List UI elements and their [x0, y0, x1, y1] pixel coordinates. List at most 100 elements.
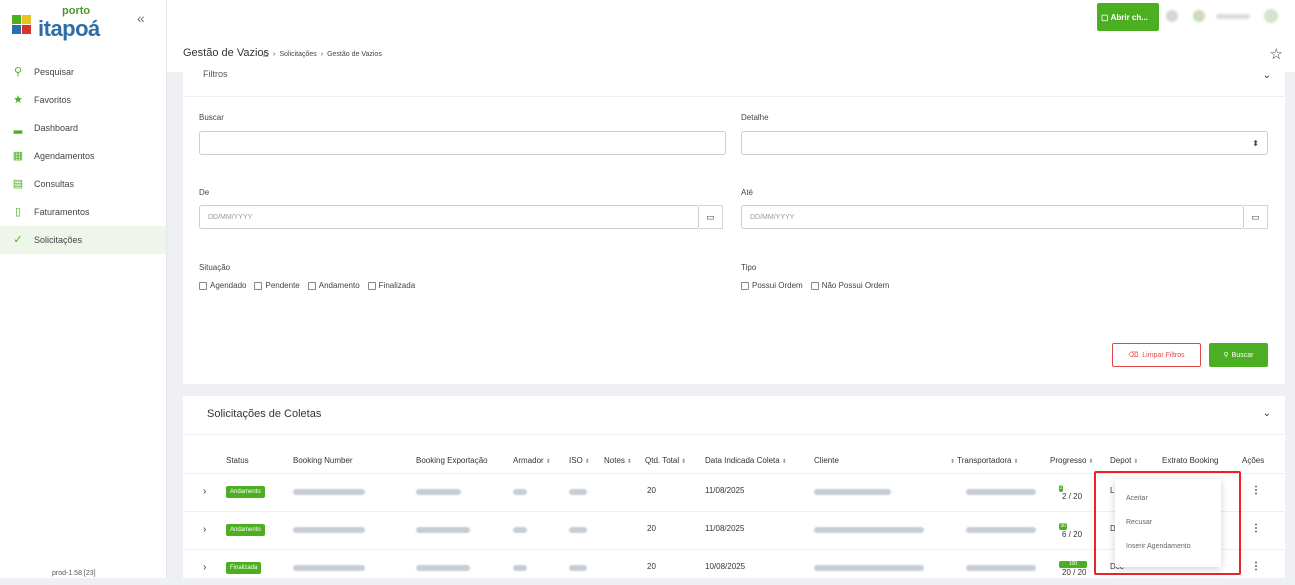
redacted-booking-exportacao	[416, 565, 470, 571]
column-header[interactable]: Progresso ⬍	[1050, 456, 1094, 465]
checkbox-box[interactable]	[254, 281, 263, 290]
column-header[interactable]: Depot ⬍	[1110, 456, 1138, 465]
highlight-box	[1094, 471, 1241, 575]
breadcrumb-separator: ›	[320, 51, 324, 58]
sort-icon[interactable]: ⬍	[1088, 459, 1093, 465]
checkbox-andamento[interactable]: Andamento	[307, 281, 360, 290]
column-header[interactable]: Armador ⬍	[513, 456, 551, 465]
home-icon[interactable]: ⌂	[263, 49, 269, 60]
sidebar-item-consultas[interactable]: ▤ Consultas	[0, 170, 166, 198]
buscar-input[interactable]	[199, 131, 726, 155]
checkbox-box[interactable]	[741, 281, 749, 290]
sort-icon[interactable]: ⬍	[782, 459, 787, 465]
column-header-label: Ações	[1242, 456, 1265, 465]
sidebar-item-label: Agendamentos	[34, 151, 95, 161]
situacao-checkboxes: Agendado Pendente Andamento Finalizada	[199, 281, 415, 290]
column-header[interactable]: ⬍ Transportadora ⬍	[948, 456, 1019, 465]
status-icon[interactable]	[1193, 10, 1205, 22]
column-header[interactable]: Qtd. Total ⬍	[645, 456, 686, 465]
favorite-star-icon[interactable]: ☆	[1270, 45, 1283, 63]
column-header[interactable]: Booking Exportação	[416, 456, 488, 465]
column-header[interactable]: Status	[226, 456, 249, 465]
column-header[interactable]: Extrato Booking	[1162, 456, 1218, 465]
column-header-label: ISO	[569, 456, 583, 465]
search-icon: ⚲	[13, 66, 23, 78]
sidebar-item-agendamentos[interactable]: ▦ Agendamentos	[0, 142, 166, 170]
chevron-down-icon[interactable]: ⌄	[1263, 408, 1271, 419]
sort-icon[interactable]: ⬍	[681, 459, 686, 465]
calendar-icon[interactable]: ▭	[699, 205, 723, 229]
checkbox-pendente[interactable]: Pendente	[254, 281, 300, 290]
page-header: Gestão de Vazios ⌂ › Solicitações › Gest…	[167, 36, 1295, 72]
avatar[interactable]	[1264, 9, 1278, 23]
sort-icon[interactable]: ⬍	[1133, 459, 1138, 465]
sort-icon[interactable]: ⬍	[546, 459, 551, 465]
sidebar-item-dashboard[interactable]: ▂ Dashboard	[0, 114, 166, 142]
sidebar-item-favoritos[interactable]: ★ Favoritos	[0, 86, 166, 114]
chevron-right-icon[interactable]: ›	[203, 562, 206, 573]
de-date-input[interactable]: DD/MM/YYYY	[199, 205, 699, 229]
sort-icon[interactable]: ⬍	[585, 459, 590, 465]
qtd-total: 20	[647, 486, 656, 495]
checkbox-label: Agendado	[210, 281, 247, 290]
abrir-chamado-button[interactable]: ▢ Abrir ch...	[1097, 3, 1159, 31]
more-actions-icon[interactable]: ⋮	[1251, 485, 1261, 496]
column-header[interactable]: Booking Number	[293, 456, 353, 465]
filtros-title: Filtros	[203, 69, 228, 79]
logo[interactable]: porto itapoá	[12, 5, 100, 45]
column-header[interactable]: Cliente	[814, 456, 839, 465]
notification-icon[interactable]	[1166, 10, 1178, 22]
sidebar-item-pesquisar[interactable]: ⚲ Pesquisar	[0, 58, 166, 86]
column-header[interactable]: Notes ⬍	[604, 456, 632, 465]
checkbox-finalizada[interactable]: Finalizada	[367, 281, 416, 290]
sidebar-item-solicitacoes[interactable]: ✓ Solicitações	[0, 226, 166, 254]
ate-date-input[interactable]: DD/MM/YYYY	[741, 205, 1244, 229]
checkbox-box[interactable]	[307, 281, 316, 290]
collapse-sidebar-icon[interactable]: «	[137, 10, 145, 26]
checkbox-nao-possui-ordem[interactable]: Não Possui Ordem	[810, 281, 889, 290]
detalhe-label: Detalhe	[741, 113, 769, 122]
qtd-total: 20	[647, 562, 656, 571]
more-actions-icon[interactable]: ⋮	[1251, 523, 1261, 534]
buscar-button[interactable]: ⚲ Buscar	[1209, 343, 1268, 367]
column-header: Ações	[1242, 456, 1264, 465]
situacao-label: Situação	[199, 263, 231, 272]
sidebar-item-faturamentos[interactable]: ▯ Faturamentos	[0, 198, 166, 226]
column-header[interactable]: Data Indicada Coleta ⬍	[705, 456, 787, 465]
checkbox-box[interactable]	[367, 281, 376, 290]
limpar-filtros-button[interactable]: ⌫ Limpar Filtros	[1112, 343, 1201, 367]
logo-square	[22, 15, 31, 24]
chevron-right-icon[interactable]: ›	[203, 524, 206, 535]
chevron-right-icon[interactable]: ›	[203, 486, 206, 497]
version-text: prod-1.58 [23]	[52, 570, 96, 577]
chevron-down-icon[interactable]: ⌄	[1263, 70, 1271, 81]
redacted-cliente	[814, 565, 924, 571]
de-label: De	[199, 188, 210, 197]
checkbox-agendado[interactable]: Agendado	[199, 281, 246, 290]
logo-square	[22, 25, 31, 34]
redacted-iso	[569, 489, 587, 495]
progress: 2 2 / 20	[1059, 485, 1082, 501]
detalhe-select[interactable]: ⬍	[741, 131, 1268, 155]
sort-icon[interactable]: ⬍	[627, 459, 632, 465]
checkbox-label: Finalizada	[378, 281, 416, 290]
limpar-label: Limpar Filtros	[1142, 351, 1185, 359]
sort-icon[interactable]: ⬍	[1014, 459, 1019, 465]
checkbox-box[interactable]	[199, 281, 207, 290]
logo-itapoa-text: itapoá	[38, 16, 100, 41]
calendar-icon: ▦	[12, 150, 24, 162]
checkbox-possui-ordem[interactable]: Possui Ordem	[741, 281, 803, 290]
progress-bar: 2	[1059, 485, 1063, 492]
checkbox-box[interactable]	[810, 281, 819, 290]
buscar-button-label: Buscar	[1231, 351, 1254, 359]
redacted-cliente	[814, 489, 891, 495]
chart-icon: ▂	[13, 122, 23, 134]
breadcrumb-item[interactable]: Solicitações	[279, 51, 316, 58]
sort-icon[interactable]: ⬍	[950, 459, 955, 465]
more-actions-icon[interactable]: ⋮	[1251, 561, 1261, 572]
column-header[interactable]: ISO ⬍	[569, 456, 590, 465]
calendar-icon[interactable]: ▭	[1244, 205, 1268, 229]
abrir-label: Abrir ch...	[1110, 12, 1148, 22]
status-badge: Finalizada	[226, 562, 262, 574]
sidebar-item-label: Pesquisar	[34, 67, 75, 77]
